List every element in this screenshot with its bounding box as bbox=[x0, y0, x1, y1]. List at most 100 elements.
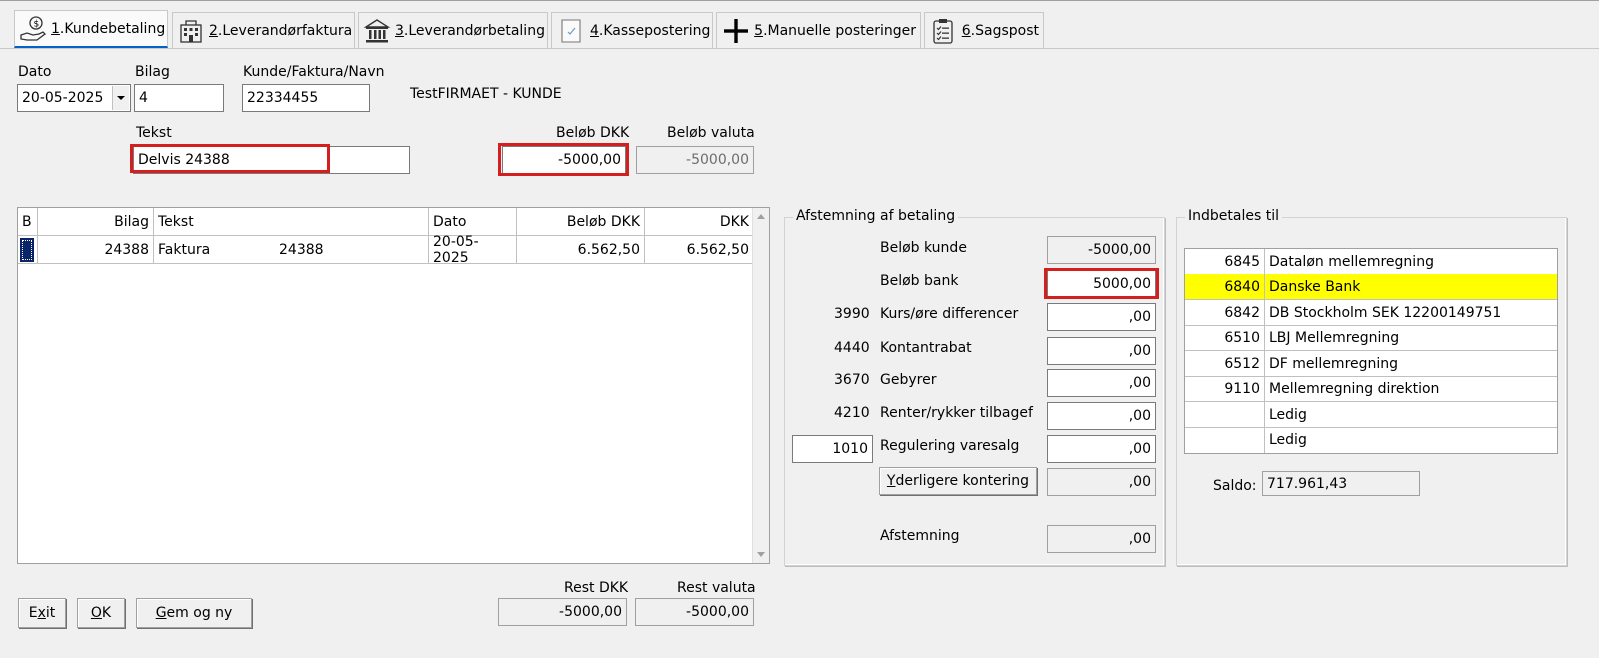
list-item[interactable]: 6510 LBJ Mellemregning bbox=[1185, 325, 1557, 351]
tab-leverandorfaktura[interactable]: 2.Leverandørfaktura bbox=[172, 12, 355, 48]
scroll-down-icon[interactable] bbox=[757, 552, 765, 557]
grid-cell-tekst[interactable]: Faktura 24388 bbox=[154, 236, 429, 264]
konto-4440: 4440 bbox=[834, 340, 870, 356]
list-item[interactable]: 6842 DB Stockholm SEK 12200149751 bbox=[1185, 300, 1557, 326]
yderligere-mnemonic: Y bbox=[886, 473, 896, 489]
bilag-label: Bilag bbox=[135, 64, 170, 80]
belob-bank-value: 5000,00 bbox=[1093, 276, 1151, 292]
grid-header-tekst[interactable]: Tekst bbox=[154, 208, 429, 236]
yderligere-label: derligere kontering bbox=[895, 473, 1030, 489]
list-item[interactable]: Ledig bbox=[1185, 427, 1557, 453]
grid-scrollbar[interactable] bbox=[752, 208, 769, 563]
tab-label: .Leverandørfaktura bbox=[217, 22, 353, 39]
tekst-input[interactable]: Delvis 24388 bbox=[133, 146, 410, 174]
grid-header-dkk[interactable]: DKK bbox=[645, 208, 754, 236]
checklist-icon bbox=[929, 16, 958, 46]
tekst-value: Delvis 24388 bbox=[138, 152, 230, 168]
tab-sagspost[interactable]: 6.Sagspost bbox=[924, 12, 1044, 48]
grid-cell-dkk[interactable]: 6.562,50 bbox=[645, 236, 754, 264]
exit-label-post: it bbox=[45, 605, 56, 621]
account-name: Ledig bbox=[1269, 406, 1307, 423]
grid-header-bilag[interactable]: Bilag bbox=[38, 208, 154, 236]
belob-bank-input[interactable]: 5000,00 bbox=[1047, 270, 1156, 298]
tab-num: 1 bbox=[51, 20, 60, 37]
grid-cell-dato[interactable]: 20-05-2025 bbox=[429, 234, 517, 266]
ok-mnemonic: O bbox=[90, 605, 102, 621]
tab-bar: $ 1.Kundebetaling 2.Leverandørfaktura 3.… bbox=[0, 10, 1599, 50]
list-item-selected[interactable]: 6840 Danske Bank bbox=[1185, 274, 1557, 300]
tab-kassepostering[interactable]: 4.Kassepostering bbox=[551, 12, 713, 48]
renter-label: Renter/rykker tilbagef bbox=[880, 405, 1033, 421]
regulering-input[interactable]: ,00 bbox=[1047, 435, 1156, 463]
belob-valuta-label: Beløb valuta bbox=[667, 125, 755, 141]
list-item[interactable]: 6512 DF mellemregning bbox=[1185, 351, 1557, 377]
kunde-input[interactable]: 22334455 bbox=[242, 84, 370, 112]
gebyrer-input[interactable]: ,00 bbox=[1047, 369, 1156, 397]
belob-dkk-input[interactable]: -5000,00 bbox=[502, 146, 626, 174]
bilag-input[interactable]: 4 bbox=[134, 84, 224, 112]
chevron-down-icon[interactable] bbox=[112, 86, 129, 110]
svg-text:$: $ bbox=[34, 19, 40, 29]
exit-label-pre: E bbox=[28, 605, 38, 621]
saldo-label: Saldo: bbox=[1213, 478, 1257, 494]
account-list[interactable]: 6845 Dataløn mellemregning 6840 Danske Ban… bbox=[1184, 248, 1558, 454]
tab-label: .Leverandørbetaling bbox=[403, 22, 545, 39]
row-selected-marker bbox=[20, 237, 34, 262]
exit-button[interactable]: Ex it bbox=[18, 598, 66, 628]
list-item[interactable]: 9110 Mellemregning direktion bbox=[1185, 376, 1557, 402]
yderligere-value: ,00 bbox=[1128, 474, 1151, 490]
konto-3670: 3670 bbox=[834, 372, 870, 388]
account-num: 6512 bbox=[1185, 351, 1265, 376]
grid-cell-tekst-ref: 24388 bbox=[279, 241, 324, 258]
grid-cell-bilag[interactable]: 24388 bbox=[38, 236, 154, 264]
account-name: Ledig bbox=[1269, 432, 1307, 448]
list-item[interactable]: Ledig bbox=[1185, 402, 1557, 428]
rest-dkk-field: -5000,00 bbox=[498, 598, 627, 626]
afstemning-value: ,00 bbox=[1128, 531, 1151, 547]
gem-og-ny-button[interactable]: Gem og ny bbox=[136, 598, 252, 628]
renter-value: ,00 bbox=[1128, 408, 1151, 424]
ok-button[interactable]: OK bbox=[77, 598, 125, 628]
tab-label: .Kundebetaling bbox=[59, 20, 166, 37]
scroll-up-icon[interactable] bbox=[757, 214, 765, 219]
grid-header-belob-dkk[interactable]: Beløb DKK bbox=[517, 208, 645, 236]
account-name: DF mellemregning bbox=[1269, 355, 1399, 372]
kurs-label: Kurs/øre differencer bbox=[880, 306, 1019, 322]
yderligere-kontering-button[interactable]: Yderligere kontering bbox=[879, 467, 1037, 495]
grid-header-dato[interactable]: Dato bbox=[429, 208, 517, 236]
dato-value: 20-05-2025 bbox=[22, 90, 104, 106]
tab-leverandorbetaling[interactable]: 3.Leverandørbetaling bbox=[358, 12, 548, 48]
invoice-grid[interactable]: B Bilag Tekst Dato Beløb DKK DKK 24388 F… bbox=[17, 207, 770, 564]
account-name: LBJ Mellemregning bbox=[1269, 329, 1400, 346]
kunde-value: 22334455 bbox=[247, 90, 319, 106]
account-num: 9110 bbox=[1185, 376, 1265, 401]
tab-kundebetaling[interactable]: $ 1.Kundebetaling bbox=[14, 10, 168, 48]
kurs-input[interactable]: ,00 bbox=[1047, 303, 1156, 331]
belob-kunde-value: -5000,00 bbox=[1088, 242, 1151, 258]
list-item[interactable]: 6845 Dataløn mellemregning bbox=[1185, 249, 1557, 275]
kontantrabat-input[interactable]: ,00 bbox=[1047, 337, 1156, 365]
regulering-konto-input[interactable]: 1010 bbox=[792, 435, 873, 463]
kunde-label: Kunde/Faktura/Navn bbox=[243, 64, 385, 80]
konto-3990: 3990 bbox=[834, 306, 870, 322]
grid-header-b[interactable]: B bbox=[18, 208, 38, 236]
account-num bbox=[1185, 427, 1265, 453]
afstemning-title: Afstemning af betaling bbox=[793, 208, 959, 224]
tab-manuelle-posteringer[interactable]: 5.Manuelle posteringer bbox=[716, 12, 921, 48]
account-num bbox=[1185, 402, 1265, 427]
belob-bank-label: Beløb bank bbox=[880, 273, 959, 289]
grid-cell-belob-dkk[interactable]: 6.562,50 bbox=[517, 236, 645, 264]
account-name: Danske Bank bbox=[1269, 278, 1361, 295]
account-num: 6840 bbox=[1185, 274, 1265, 299]
belob-valuta-field: -5000,00 bbox=[636, 146, 754, 174]
kunde-name: TestFIRMAET - KUNDE bbox=[410, 86, 562, 102]
dato-dropdown[interactable]: 20-05-2025 bbox=[17, 84, 131, 112]
afstemning-field: ,00 bbox=[1047, 525, 1156, 553]
regulering-value: ,00 bbox=[1128, 441, 1151, 457]
rest-valuta-value: -5000,00 bbox=[686, 604, 749, 620]
renter-input[interactable]: ,00 bbox=[1047, 402, 1156, 430]
row-selector-cell[interactable] bbox=[18, 236, 38, 264]
tab-bar-divider bbox=[0, 48, 1599, 49]
rest-valuta-label: Rest valuta bbox=[677, 580, 756, 596]
tab-num: 6 bbox=[961, 22, 971, 39]
